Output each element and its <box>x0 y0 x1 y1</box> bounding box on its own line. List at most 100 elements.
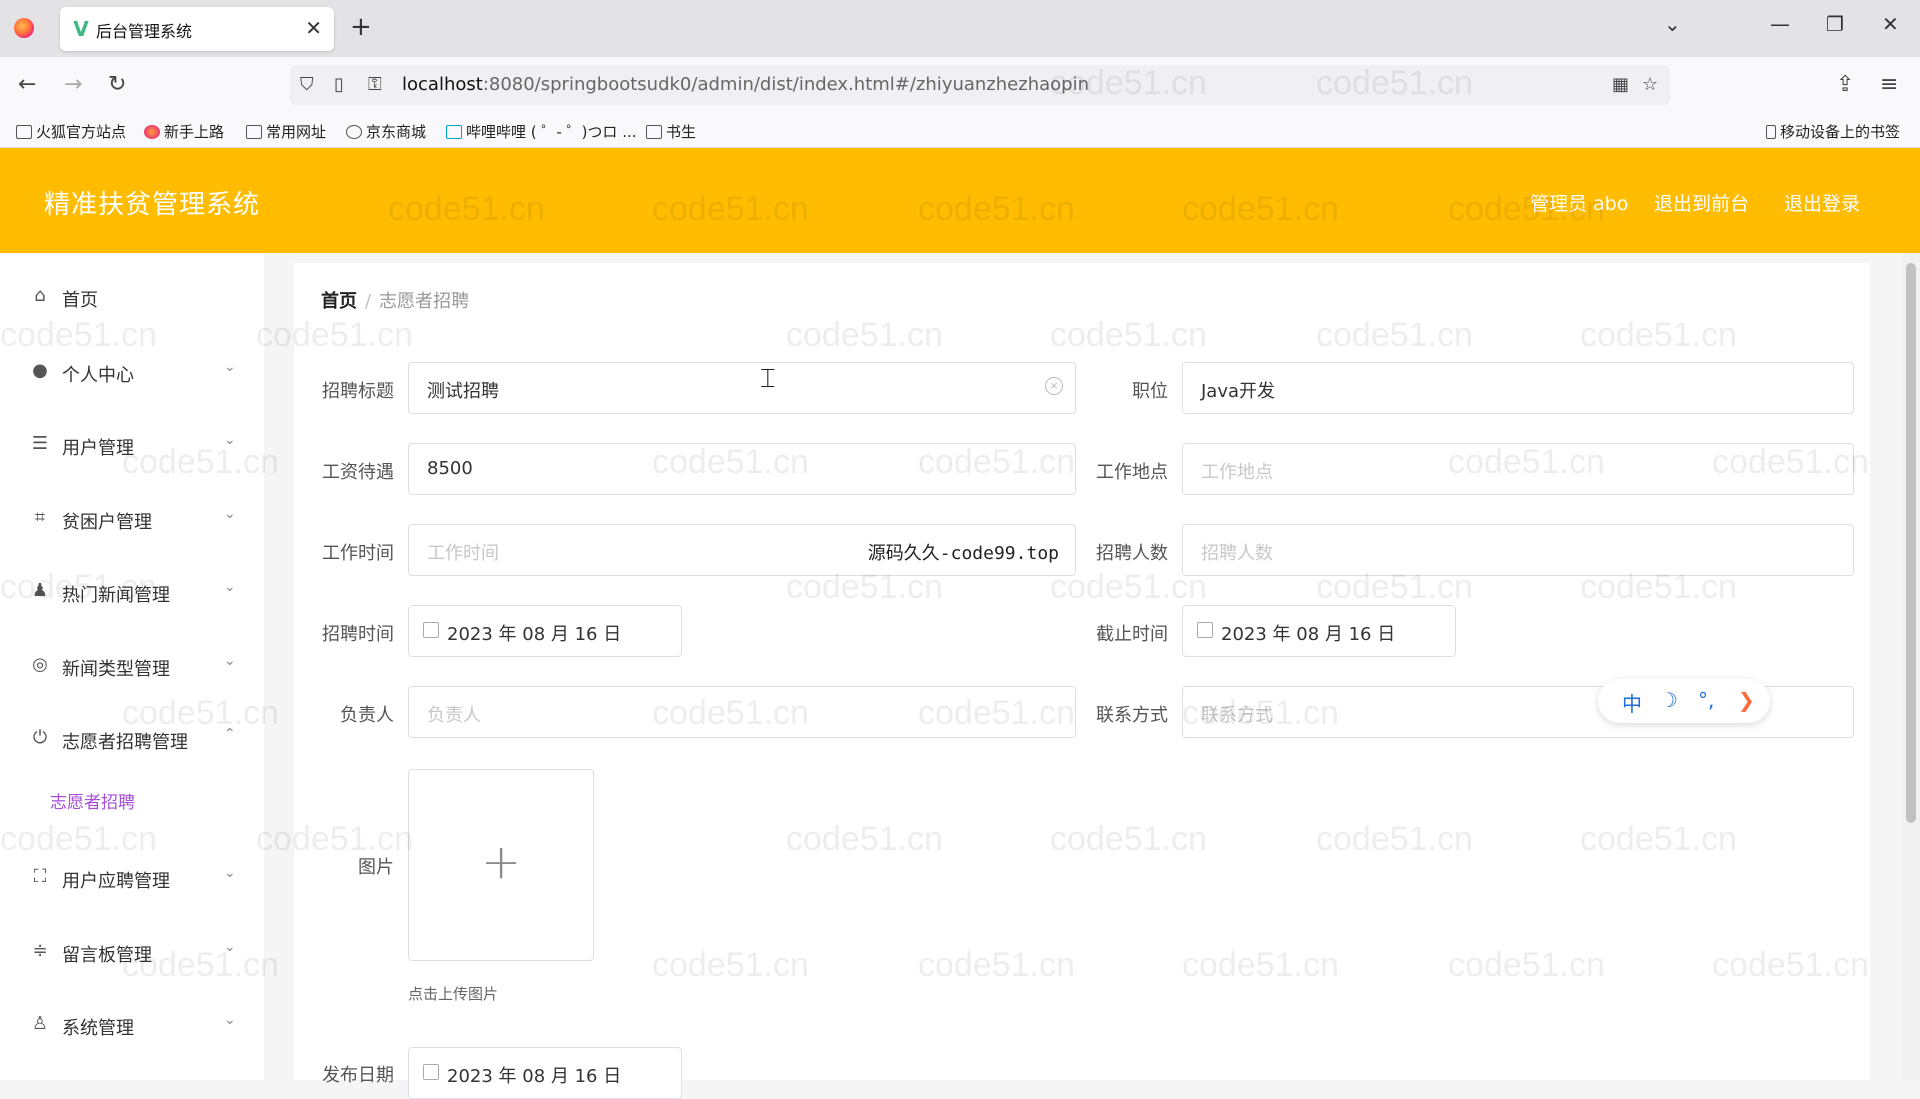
manager-label: 负责人 <box>340 705 394 726</box>
plus-icon: + <box>481 834 522 890</box>
overlay-watermark-text: 源码久久-code99.top <box>867 543 1059 564</box>
address-bar[interactable]: ⛉ ▯ ⚿ localhost:8080/springbootsudk0/adm… <box>290 65 1670 105</box>
bookmark-item[interactable]: 火狐官方站点 <box>16 121 126 142</box>
sidebar-item-poor-households[interactable]: ⌗ 贫困户管理 ⌄ <box>0 490 264 550</box>
page-icon[interactable]: ▯ <box>334 74 344 95</box>
bookmark-item[interactable]: 京东商城 <box>346 121 426 142</box>
punctuation-icon[interactable]: °, <box>1698 688 1714 712</box>
sidebar-item-news[interactable]: ♟ 热门新闻管理 ⌄ <box>0 563 264 623</box>
deadline-label: 截止时间 <box>1096 624 1168 645</box>
permissions-icon[interactable]: ⚿ <box>368 74 382 95</box>
home-icon: ⌂ <box>34 285 46 306</box>
mobile-icon <box>1766 125 1776 139</box>
salary-label: 工资待遇 <box>322 462 394 483</box>
app-header: 精准扶贫管理系统 管理员 abo 退出到前台 退出登录 <box>0 148 1920 253</box>
folder-icon <box>246 125 262 139</box>
browser-tab[interactable]: V 后台管理系统 ✕ <box>60 7 334 51</box>
sidebar-subitem-volunteer[interactable]: 志愿者招聘 <box>50 788 135 813</box>
frame-icon: ⛶ <box>33 866 47 887</box>
position-input[interactable]: Java开发 <box>1182 362 1854 414</box>
title-label: 招聘标题 <box>322 381 394 402</box>
bookmarks-bar: 火狐官方站点 新手上路 常用网址 京东商城 哔哩哔哩 ( ゜- ゜)つロ ...… <box>0 113 1920 148</box>
sidebar-item-system[interactable]: ♙ 系统管理 ⌄ <box>0 996 264 1056</box>
text-cursor-icon: ⌶ <box>760 364 776 394</box>
breadcrumb-home[interactable]: 首页 <box>321 291 357 312</box>
headcount-input[interactable]: 招聘人数 <box>1182 524 1854 576</box>
menu-icon[interactable]: ≡ <box>1880 71 1898 99</box>
sidebar-item-volunteer-recruitment[interactable]: ⏻ 志愿者招聘管理 ⌃ <box>0 710 264 770</box>
chevron-down-icon: ⌄ <box>224 865 236 881</box>
image-upload[interactable]: + <box>408 769 594 961</box>
chevron-down-icon: ⌄ <box>224 653 236 669</box>
contact-label: 联系方式 <box>1096 705 1168 726</box>
browser-tab-bar: V 后台管理系统 ✕ + ⌄ — ❐ ✕ <box>0 0 1920 57</box>
ime-lang[interactable]: 中 <box>1622 688 1642 717</box>
sidebar: ⌂ 首页 ● 个人中心 ⌄ ☰ 用户管理 ⌄ ⌗ 贫困户管理 ⌄ ♟ 热门新闻管… <box>0 253 264 1080</box>
location-input[interactable]: 工作地点 <box>1182 443 1854 495</box>
deadline-picker[interactable]: 2023 年 08 月 16 日 <box>1182 605 1456 657</box>
sidebar-item-personal[interactable]: ● 个人中心 ⌄ <box>0 343 264 403</box>
publish-date-picker[interactable]: 2023 年 08 月 16 日 <box>408 1047 682 1099</box>
logout-link[interactable]: 退出登录 <box>1784 189 1860 216</box>
mobile-bookmarks[interactable]: 移动设备上的书签 <box>1766 121 1900 142</box>
admin-icon: ♙ <box>31 1013 49 1034</box>
back-icon[interactable]: ← <box>18 71 36 99</box>
restore-icon[interactable]: ❐ <box>1826 12 1844 36</box>
sidebar-item-news-types[interactable]: ◎ 新闻类型管理 ⌄ <box>0 637 264 697</box>
recruit-time-picker[interactable]: 2023 年 08 月 16 日 <box>408 605 682 657</box>
user-icon: ● <box>32 360 48 381</box>
image-label: 图片 <box>358 857 394 878</box>
salary-input[interactable]: 8500 <box>408 443 1076 495</box>
recruit-time-label: 招聘时间 <box>322 624 394 645</box>
qr-code-icon[interactable]: ▦ <box>1612 74 1629 95</box>
sidebar-item-home[interactable]: ⌂ 首页 <box>0 268 264 328</box>
ime-toolbar[interactable]: 中 ☽ °, ❯ <box>1598 679 1770 723</box>
sidebar-item-applications[interactable]: ⛶ 用户应聘管理 ⌄ <box>0 849 264 909</box>
breadcrumb: 首页 / 志愿者招聘 <box>321 291 470 312</box>
folder-icon <box>16 125 32 139</box>
close-window-icon[interactable]: ✕ <box>1882 12 1899 36</box>
chevron-down-icon: ⌄ <box>224 432 236 448</box>
worktime-input[interactable]: 工作时间 源码久久-code99.top <box>408 524 1076 576</box>
firefox-logo-icon <box>14 18 34 38</box>
position-label: 职位 <box>1132 381 1168 402</box>
sidebar-item-users[interactable]: ☰ 用户管理 ⌄ <box>0 416 264 476</box>
manager-input[interactable]: 负责人 <box>408 686 1076 738</box>
forward-icon[interactable]: → <box>64 71 82 99</box>
sidebar-item-message-board[interactable]: ≑ 留言板管理 ⌄ <box>0 923 264 983</box>
globe-icon: ◎ <box>32 654 48 675</box>
extensions-icon[interactable]: ⇪ <box>1836 71 1854 99</box>
minimize-icon[interactable]: — <box>1770 12 1790 36</box>
main-content: 首页 / 志愿者招聘 招聘标题 测试招聘 × 职位 Java开发 工资待遇 8500… <box>294 263 1870 1099</box>
chevron-up-icon: ⌃ <box>224 726 236 742</box>
chevron-down-icon: ⌄ <box>224 1012 236 1028</box>
expand-icon[interactable]: ❯ <box>1738 688 1755 712</box>
crop-icon: ⌗ <box>34 507 46 528</box>
tab-title: 后台管理系统 <box>96 22 193 41</box>
clear-icon[interactable]: × <box>1045 377 1063 395</box>
location-label: 工作地点 <box>1096 462 1168 483</box>
url-text[interactable]: localhost:8080/springbootsudk0/admin/dis… <box>402 74 1089 95</box>
page-scrollbar[interactable] <box>1902 253 1920 1080</box>
bookmark-star-icon[interactable]: ☆ <box>1642 74 1658 95</box>
tab-close-icon[interactable]: ✕ <box>305 16 322 40</box>
app-title: 精准扶贫管理系统 <box>44 190 261 220</box>
publish-date-label: 发布日期 <box>322 1065 394 1086</box>
bookmark-item[interactable]: 哔哩哔哩 ( ゜- ゜)つロ ... <box>446 121 637 142</box>
new-tab-icon[interactable]: + <box>350 12 372 42</box>
browser-nav-bar: ← → ↻ ⛉ ▯ ⚿ localhost:8080/springbootsud… <box>0 57 1920 113</box>
scroll-thumb[interactable] <box>1906 263 1916 823</box>
bookmark-item[interactable]: 书生 <box>646 121 696 142</box>
headcount-label: 招聘人数 <box>1096 543 1168 564</box>
title-input[interactable]: 测试招聘 × <box>408 362 1076 414</box>
bilibili-icon <box>446 125 462 139</box>
back-to-front-link[interactable]: 退出到前台 <box>1654 189 1749 216</box>
bookmark-item[interactable]: 常用网址 <box>246 121 326 142</box>
reload-icon[interactable]: ↻ <box>108 71 126 99</box>
folder-icon <box>646 125 662 139</box>
bookmark-item[interactable]: 新手上路 <box>144 121 224 142</box>
tab-list-icon[interactable]: ⌄ <box>1664 12 1681 36</box>
breadcrumb-current: 志愿者招聘 <box>379 291 470 312</box>
moon-icon[interactable]: ☽ <box>1660 688 1678 712</box>
shield-icon[interactable]: ⛉ <box>300 74 314 95</box>
